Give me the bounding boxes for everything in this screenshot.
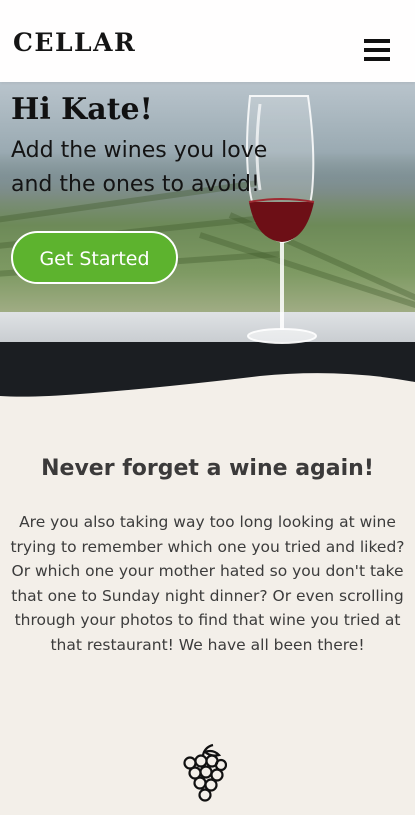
hero-wave-divider [0,370,415,410]
greeting-heading: Hi Kate! [11,92,153,127]
get-started-button[interactable]: Get Started [11,231,178,284]
grapes-icon [183,743,227,802]
logo[interactable]: CELLAR [13,28,136,57]
section-title: Never forget a wine again! [41,456,374,481]
wine-glass-image [246,95,317,344]
section-description: Are you also taking way too long looking… [10,513,405,654]
hero-table-surface [0,312,415,342]
hamburger-menu-icon[interactable] [364,39,390,61]
top-header: CELLAR [0,0,415,82]
hero-tagline: Add the wines you love and the ones to a… [11,138,268,197]
